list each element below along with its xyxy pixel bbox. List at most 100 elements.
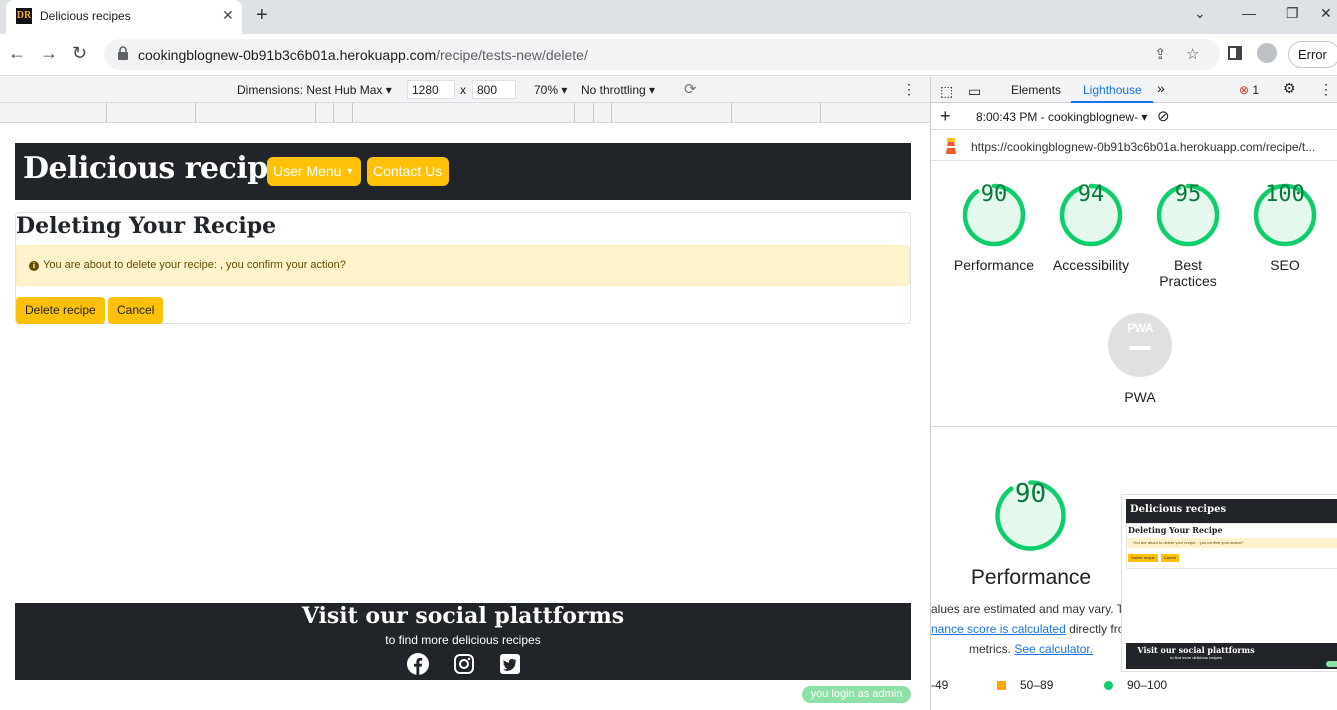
login-status-badge: you login as admin bbox=[802, 686, 911, 703]
thumb-alert: You are about to delete your recipe: , y… bbox=[1127, 538, 1337, 548]
zoom-dropdown[interactable]: 70% ▾ bbox=[534, 83, 567, 97]
score-gauge-performance[interactable]: 90 bbox=[961, 182, 1027, 248]
settings-gear-icon[interactable]: ⚙ bbox=[1283, 80, 1296, 97]
close-window-icon[interactable]: ✕ bbox=[1320, 5, 1332, 22]
media-query-ruler bbox=[0, 103, 930, 123]
back-arrow-icon[interactable]: ← bbox=[8, 43, 26, 64]
rotate-icon[interactable]: ⟳ bbox=[684, 80, 697, 98]
site-favicon-icon: DR bbox=[16, 8, 32, 24]
site-navbar: Delicious recipes User Menu ▼ Contact Us bbox=[15, 143, 911, 200]
ruler-tick bbox=[315, 103, 316, 122]
device-height-input[interactable]: 800 bbox=[472, 80, 516, 99]
minimize-icon[interactable]: — bbox=[1242, 5, 1256, 21]
ruler-tick bbox=[820, 103, 821, 122]
gauge-score-value: 94 bbox=[1077, 182, 1105, 207]
site-brand[interactable]: Delicious recipes bbox=[23, 151, 303, 186]
error-count-badge[interactable]: ⊗ 1 bbox=[1239, 83, 1259, 97]
info-circle-icon: i bbox=[29, 261, 39, 271]
page-title: Deleting Your Recipe bbox=[16, 213, 277, 239]
thumb-card: Deleting Your Recipe You are about to de… bbox=[1126, 523, 1337, 569]
big-score-label: Performance bbox=[970, 566, 1092, 589]
more-tabs-icon[interactable]: » bbox=[1157, 80, 1165, 96]
pwa-label: PWA bbox=[1124, 389, 1156, 405]
lighthouse-toolbar: + 8:00:43 PM - cookingblognew- ▾ ⊘ bbox=[931, 104, 1337, 130]
share-icon[interactable]: ⇪ bbox=[1154, 45, 1167, 63]
device-width-input[interactable]: 1280 bbox=[407, 80, 455, 99]
gauge-label: SEO bbox=[1270, 257, 1300, 273]
error-button[interactable]: Error bbox=[1288, 41, 1337, 68]
browser-toolbar: ← → ↻ cookingblognew-0b91b3c6b01a.heroku… bbox=[0, 34, 1337, 76]
new-report-plus-icon[interactable]: + bbox=[940, 106, 951, 127]
see-calculator-link[interactable]: See calculator. bbox=[1014, 642, 1093, 656]
caret-down-icon: ▼ bbox=[345, 166, 355, 176]
user-menu-button[interactable]: User Menu ▼ bbox=[267, 157, 361, 186]
address-bar[interactable]: cookingblognew-0b91b3c6b01a.herokuapp.co… bbox=[104, 39, 1220, 70]
devtools-more-icon[interactable]: ⋮ bbox=[1319, 81, 1333, 98]
metrics-note-line1: alues are estimated and may vary. Th bbox=[931, 602, 1121, 616]
footer-subtitle: to find more delicious recipes bbox=[385, 633, 541, 647]
thumb-title: Deleting Your Recipe bbox=[1128, 525, 1223, 535]
legend-pass-circle bbox=[1104, 681, 1113, 690]
browser-tab[interactable]: DR Delicious recipes ✕ bbox=[6, 0, 242, 34]
lighthouse-url-bar: https://cookingblognew-0b91b3c6b01a.hero… bbox=[931, 131, 1337, 161]
gauge-score-value: 100 bbox=[1265, 182, 1305, 207]
device-toolbar: Dimensions: Nest Hub Max ▾ 1280 x 800 70… bbox=[0, 77, 930, 103]
restore-icon[interactable]: ❐ bbox=[1286, 5, 1299, 22]
tab-lighthouse[interactable]: Lighthouse bbox=[1083, 83, 1142, 97]
instagram-icon[interactable] bbox=[453, 653, 475, 675]
score-gauge-best-practices[interactable]: 95 bbox=[1155, 182, 1221, 248]
score-legend-average: 50–89 bbox=[1020, 678, 1054, 692]
device-toggle-icon[interactable]: ▭ bbox=[968, 83, 981, 100]
profile-avatar-icon[interactable] bbox=[1257, 43, 1277, 63]
section-divider bbox=[931, 426, 1337, 427]
thumb-brand: Delicious recipes bbox=[1130, 504, 1227, 515]
clear-reports-icon[interactable]: ⊘ bbox=[1157, 107, 1170, 125]
thumb-cancel-button: Cancel bbox=[1161, 554, 1179, 562]
thumb-login-badge bbox=[1326, 661, 1337, 667]
inspect-element-icon[interactable]: ⬚ bbox=[940, 83, 953, 100]
gauge-label: Accessibility bbox=[1052, 257, 1130, 273]
dimension-times: x bbox=[460, 83, 466, 97]
pwa-dash bbox=[1129, 346, 1151, 350]
report-url: https://cookingblognew-0b91b3c6b01a.hero… bbox=[971, 140, 1316, 154]
warning-alert: i You are about to delete your recipe: ,… bbox=[16, 245, 910, 286]
legend-average-square bbox=[997, 681, 1006, 690]
page-screenshot-thumbnail[interactable]: Delicious recipes Deleting Your Recipe Y… bbox=[1121, 494, 1337, 672]
score-gauge-seo[interactable]: 100 bbox=[1252, 182, 1318, 248]
score-legend-fail: -49 bbox=[931, 678, 949, 692]
metrics-note-line3: metrics. See calculator. bbox=[969, 642, 1094, 656]
tab-search-chevron-icon[interactable]: ⌄ bbox=[1194, 5, 1206, 22]
score-calculation-link[interactable]: nance score is calculated bbox=[931, 622, 1066, 636]
score-gauge-accessibility[interactable]: 94 bbox=[1058, 182, 1124, 248]
dimensions-dropdown[interactable]: Dimensions: Nest Hub Max ▾ bbox=[237, 83, 392, 97]
side-panel-icon[interactable] bbox=[1228, 46, 1242, 60]
forward-arrow-icon[interactable]: → bbox=[40, 43, 58, 64]
big-performance-gauge: 90 bbox=[994, 479, 1067, 552]
metrics-note-line2: nance score is calculated directly fro bbox=[931, 622, 1121, 636]
throttling-dropdown[interactable]: No throttling ▾ bbox=[581, 83, 655, 97]
page-viewport: Delicious recipes User Menu ▼ Contact Us… bbox=[0, 123, 930, 710]
ruler-tick bbox=[574, 103, 575, 122]
tab-title: Delicious recipes bbox=[40, 9, 131, 23]
tab-close-icon[interactable]: ✕ bbox=[222, 7, 234, 24]
pwa-badge-icon: PWA bbox=[1127, 321, 1153, 335]
delete-recipe-button[interactable]: Delete recipe bbox=[16, 297, 105, 324]
ruler-tick bbox=[106, 103, 107, 122]
bookmark-star-icon[interactable]: ☆ bbox=[1186, 45, 1199, 63]
score-legend-pass: 90–100 bbox=[1127, 678, 1168, 692]
new-tab-plus-icon[interactable]: + bbox=[256, 4, 268, 27]
contact-us-button[interactable]: Contact Us bbox=[367, 157, 449, 186]
site-footer: Visit our social plattforms to find more… bbox=[15, 603, 911, 680]
report-selector[interactable]: 8:00:43 PM - cookingblognew- ▾ bbox=[976, 110, 1147, 124]
cancel-button[interactable]: Cancel bbox=[108, 297, 164, 324]
thumb-footer-title: Visit our social plattforms bbox=[1137, 645, 1255, 655]
twitter-icon[interactable] bbox=[499, 653, 521, 675]
tab-elements[interactable]: Elements bbox=[1011, 83, 1061, 97]
reload-icon[interactable]: ↻ bbox=[72, 43, 87, 64]
ruler-tick bbox=[195, 103, 196, 122]
gauge-label: Performance bbox=[953, 257, 1035, 273]
devtools-tabbar: ⬚ ▭ Elements Lighthouse » ⊗ 1 ⚙ ⋮ bbox=[931, 77, 1337, 103]
pwa-gauge[interactable]: PWA bbox=[1108, 313, 1172, 377]
more-options-icon[interactable]: ⋮ bbox=[902, 81, 916, 98]
facebook-icon[interactable] bbox=[407, 653, 429, 675]
